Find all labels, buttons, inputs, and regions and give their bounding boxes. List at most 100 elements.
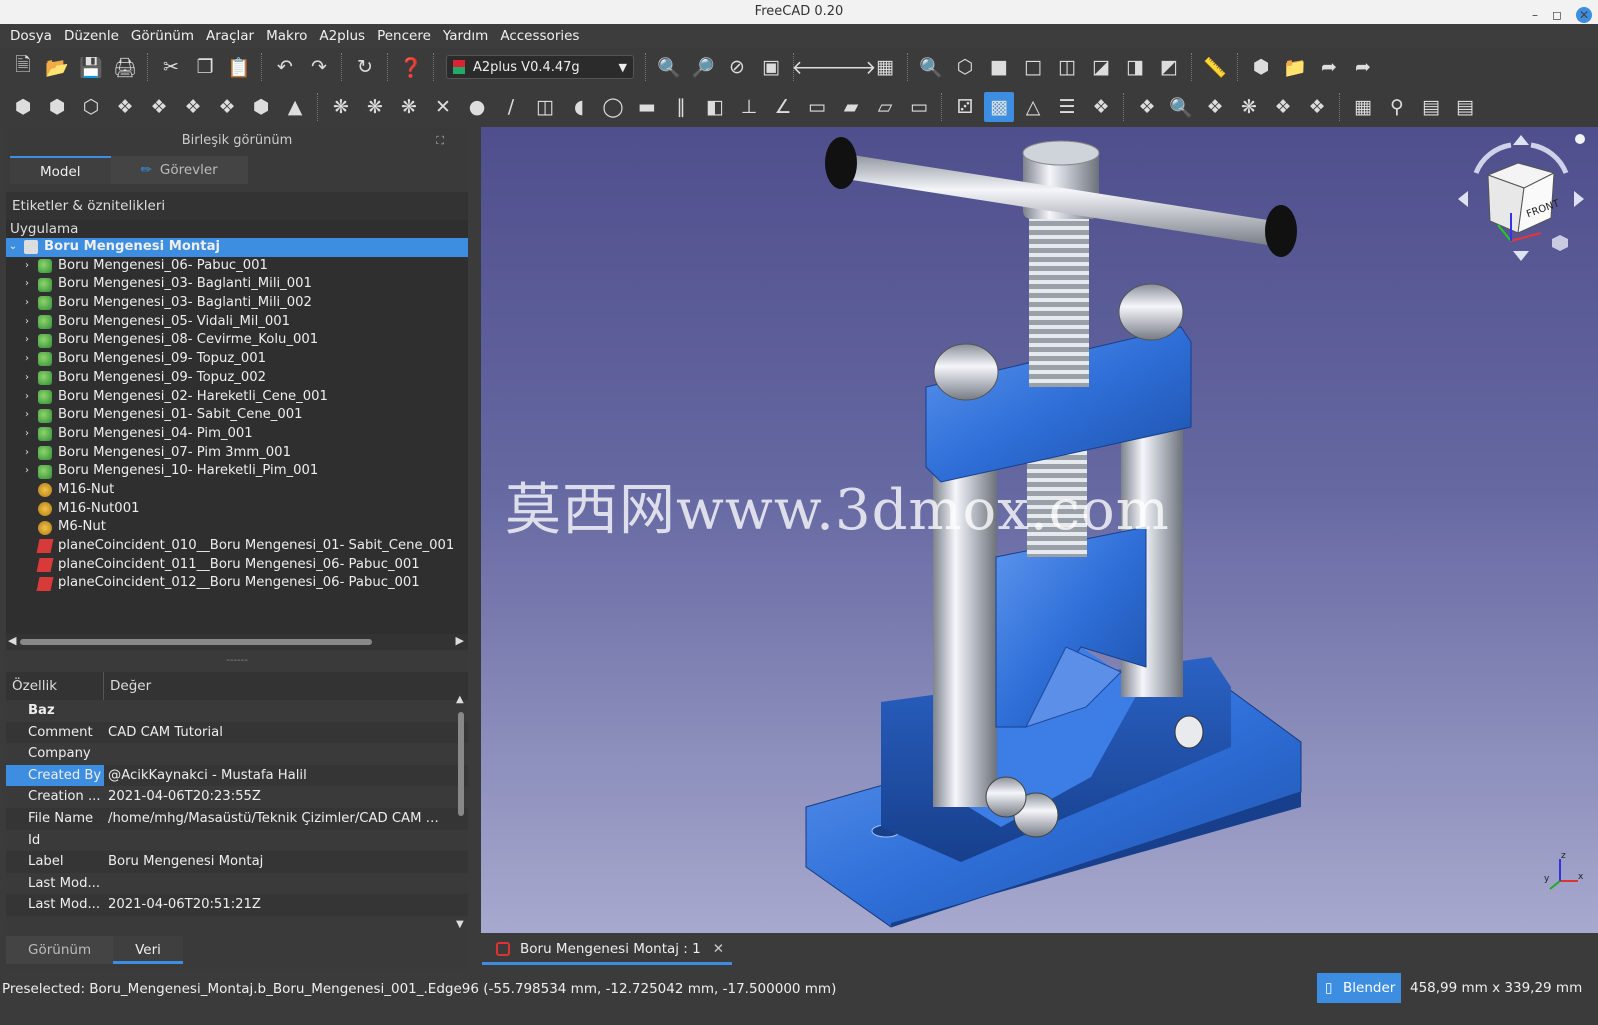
point-on-plane-icon[interactable]: ◫ (530, 92, 560, 122)
part-icon[interactable]: ⬢ (1246, 52, 1276, 82)
delete-constraints-icon[interactable]: ❋ (394, 92, 424, 122)
right-view-icon[interactable]: ◫ (1052, 52, 1082, 82)
planes-parallel-icon[interactable]: ▭ (802, 92, 832, 122)
bounding-box-icon[interactable]: ▣ (756, 52, 786, 82)
tree-item[interactable]: M16-Nut (6, 481, 468, 500)
duplicate-part-icon[interactable]: ❖ (110, 92, 140, 122)
tree-item[interactable]: M16-Nut001 (6, 500, 468, 519)
3d-viewport[interactable]: 莫西网www.3dmox.com FRONT x z y (481, 127, 1598, 933)
float-panel-icon[interactable]: ⛶ (436, 128, 444, 154)
chevron-right-icon[interactable]: › (20, 406, 34, 425)
center-of-mass-icon[interactable]: ▭ (904, 92, 934, 122)
bom-icon[interactable]: ❖ (1132, 92, 1162, 122)
chevron-down-icon[interactable]: ⌄ (6, 238, 20, 257)
tree-item[interactable]: › Boru Mengenesi_01- Sabit_Cene_001 (6, 406, 468, 425)
chevron-right-icon[interactable]: › (20, 294, 34, 313)
top-view-icon[interactable]: □ (1018, 52, 1048, 82)
tree-item[interactable]: › Boru Mengenesi_08- Cevirme_Kolu_001 (6, 331, 468, 350)
axis-coincident-icon[interactable]: ▬ (632, 92, 662, 122)
group-icon[interactable]: 📁 (1280, 52, 1310, 82)
mirror-icon[interactable]: △ (1018, 92, 1048, 122)
property-row[interactable]: File Name/home/mhg/Masaüstü/Teknik Çizim… (6, 807, 468, 830)
open-file-icon[interactable]: 📂 (42, 52, 72, 82)
tree-horizontal-scrollbar[interactable]: ◀ ▶ (6, 634, 468, 650)
edit-constraint-icon[interactable]: ❋ (360, 92, 390, 122)
tab-veri[interactable]: Veri (113, 936, 183, 964)
move-part-icon[interactable]: ❖ (212, 92, 242, 122)
whats-this-icon[interactable]: ❓ (396, 52, 426, 82)
scroll-up-icon[interactable]: ▲ (456, 694, 464, 705)
sheet-icon[interactable]: ▦ (1348, 92, 1378, 122)
property-value[interactable]: 2021-04-06T20:51:21Z (104, 894, 444, 916)
handle-knob-right[interactable] (1265, 205, 1297, 257)
property-value[interactable] (104, 830, 444, 852)
pin-icon[interactable]: ⚲ (1382, 92, 1412, 122)
property-row[interactable]: Last Mod... (6, 873, 468, 895)
update-imports-icon[interactable]: ❖ (178, 92, 208, 122)
scroll-left-icon[interactable]: ◀ (8, 634, 16, 647)
tree-item[interactable]: › Boru Mengenesi_03- Baglanti_Mili_001 (6, 275, 468, 294)
menu-a2plus[interactable]: A2plus (313, 28, 371, 44)
close-nav-icon[interactable] (1575, 134, 1585, 144)
navigation-cube[interactable]: FRONT (1456, 133, 1586, 263)
property-value[interactable] (104, 873, 444, 895)
shape-icon[interactable]: ▲ (280, 92, 310, 122)
rear-view-icon[interactable]: ◪ (1086, 52, 1116, 82)
scrollbar-thumb[interactable] (458, 712, 464, 816)
front-view-icon[interactable]: ■ (984, 52, 1014, 82)
tree-item[interactable]: › Boru Mengenesi_10- Hareketli_Pim_001 (6, 462, 468, 481)
chevron-right-icon[interactable]: › (20, 369, 34, 388)
point-on-line-icon[interactable]: ∕ (496, 92, 526, 122)
menu-gorunum[interactable]: Görünüm (125, 28, 200, 44)
property-list[interactable]: Baz Comment CAD CAM Tutorial Company Create… (6, 700, 468, 916)
tree-item[interactable]: M6-Nut (6, 518, 468, 537)
explode-icon[interactable]: ❖ (1086, 92, 1116, 122)
save-icon[interactable]: 💾 (76, 52, 106, 82)
axis-plane-normal-icon[interactable]: ⊥ (734, 92, 764, 122)
tree-item[interactable]: › Boru Mengenesi_06- Pabuc_001 (6, 257, 468, 276)
fit-selection-icon[interactable]: 🔎 (688, 52, 718, 82)
tree-item[interactable]: › Boru Mengenesi_05- Vidali_Mil_001 (6, 313, 468, 332)
menu-accessories[interactable]: Accessories (494, 28, 585, 44)
arrow-left-icon[interactable] (1458, 191, 1468, 207)
property-value[interactable]: CAD CAM Tutorial (104, 722, 444, 744)
property-row[interactable]: Created By @AcikKaynakci - Mustafa Halil (6, 764, 468, 787)
workbench-selector[interactable]: A2plus V0.4.47g ▼ (446, 55, 634, 79)
edit-part-icon[interactable]: ❖ (144, 92, 174, 122)
angled-planes-icon[interactable]: ▱ (870, 92, 900, 122)
menu-cube-icon[interactable] (1552, 235, 1568, 251)
upper-screw[interactable] (1029, 207, 1089, 387)
point-identity-icon[interactable]: ● (462, 92, 492, 122)
undo-icon[interactable]: ↶ (270, 52, 300, 82)
property-row[interactable]: Comment CAD CAM Tutorial (6, 721, 468, 744)
property-row[interactable]: Label Boru Mengenesi Montaj (6, 851, 468, 873)
scrollbar-thumb[interactable] (20, 639, 372, 645)
property-column-header[interactable]: Özellik (6, 672, 104, 700)
new-file-icon[interactable]: 🗎 (8, 52, 38, 82)
property-vertical-scrollbar[interactable]: ▲ ▼ (456, 694, 466, 930)
isometric-view-icon[interactable]: ⬡ (950, 52, 980, 82)
pin-knob-2[interactable] (985, 776, 1027, 818)
refresh-icon[interactable]: ↻ (350, 52, 380, 82)
add-part-icon[interactable]: ⬢ (8, 92, 38, 122)
chevron-right-icon[interactable]: › (20, 444, 34, 463)
copy-icon[interactable]: ❐ (190, 52, 220, 82)
property-value[interactable]: /home/mhg/Masaüstü/Teknik Çizimler/CAD C… (104, 808, 444, 830)
chevron-right-icon[interactable]: › (20, 462, 34, 481)
measure-icon[interactable]: 📏 (1200, 52, 1230, 82)
property-value[interactable]: Boru Mengenesi Montaj (104, 851, 444, 873)
tree-item[interactable]: › Boru Mengenesi_02- Hareketli_Cene_001 (6, 388, 468, 407)
fix-part-icon[interactable]: ⬢ (246, 92, 276, 122)
print-icon[interactable]: 🖨 (110, 52, 140, 82)
menu-dosya[interactable]: Dosya (4, 28, 58, 44)
link-actions-icon[interactable]: ➦ (1348, 52, 1378, 82)
arrow-right-icon[interactable] (1574, 191, 1584, 207)
draw-style-icon[interactable]: ⊘ (722, 52, 752, 82)
property-value[interactable]: 2021-04-06T20:23:55Z (104, 786, 444, 808)
forward-icon[interactable]: 🡒 (826, 52, 877, 82)
tree-item[interactable]: › Boru Mengenesi_09- Topuz_002 (6, 369, 468, 388)
delete-icon[interactable]: ✕ (428, 92, 458, 122)
chevron-right-icon[interactable]: › (20, 275, 34, 294)
navigation-style-button[interactable]: ▯ Blender (1317, 973, 1401, 1003)
link-icon[interactable]: ➦ (1314, 52, 1344, 82)
